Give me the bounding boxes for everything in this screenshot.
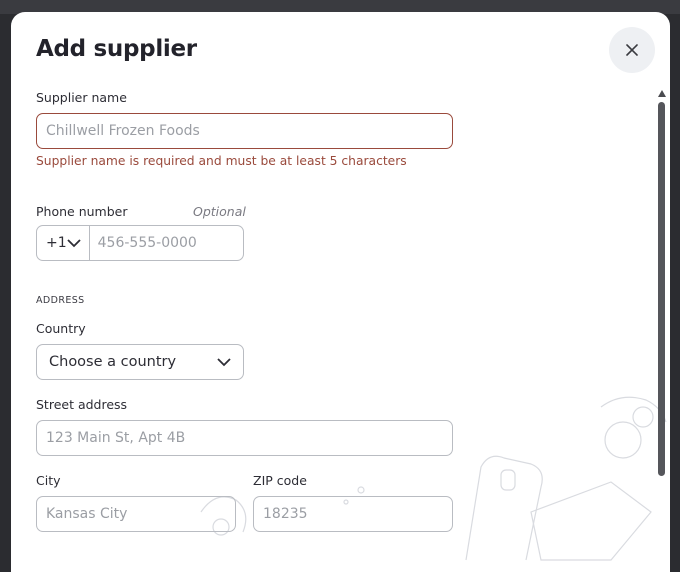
city-label: City: [36, 473, 61, 488]
scroll-up-arrow-icon[interactable]: [658, 90, 666, 97]
supplier-name-error: Supplier name is required and must be at…: [36, 154, 407, 168]
street-address-input[interactable]: [36, 420, 453, 456]
street-address-label: Street address: [36, 397, 128, 412]
scrollbar[interactable]: [654, 86, 668, 556]
zip-code-label: ZIP code: [253, 473, 307, 488]
phone-number-label: Phone number: [36, 204, 128, 219]
zip-code-input[interactable]: [253, 496, 453, 532]
chevron-down-icon: [217, 357, 231, 366]
close-button[interactable]: [609, 27, 655, 73]
dial-code-value: +1: [46, 235, 67, 251]
country-select[interactable]: Choose a country: [36, 344, 244, 380]
city-input[interactable]: [36, 496, 236, 532]
close-icon: [626, 44, 638, 56]
address-section-heading: ADDRESS: [36, 295, 85, 306]
chevron-down-icon: [67, 238, 81, 247]
phone-field: +1: [36, 225, 280, 261]
dialog-title: Add supplier: [36, 36, 197, 62]
country-select-value: Choose a country: [49, 354, 177, 370]
supplier-name-label: Supplier name: [36, 90, 127, 105]
country-label: Country: [36, 321, 86, 336]
dial-code-select[interactable]: +1: [37, 226, 90, 260]
add-supplier-dialog: Add supplier Supplier name Supplier name…: [11, 12, 670, 572]
supplier-name-input[interactable]: [36, 113, 453, 149]
phone-number-input[interactable]: [89, 226, 280, 260]
scrollbar-thumb[interactable]: [658, 102, 665, 476]
phone-optional-hint: Optional: [193, 204, 246, 219]
